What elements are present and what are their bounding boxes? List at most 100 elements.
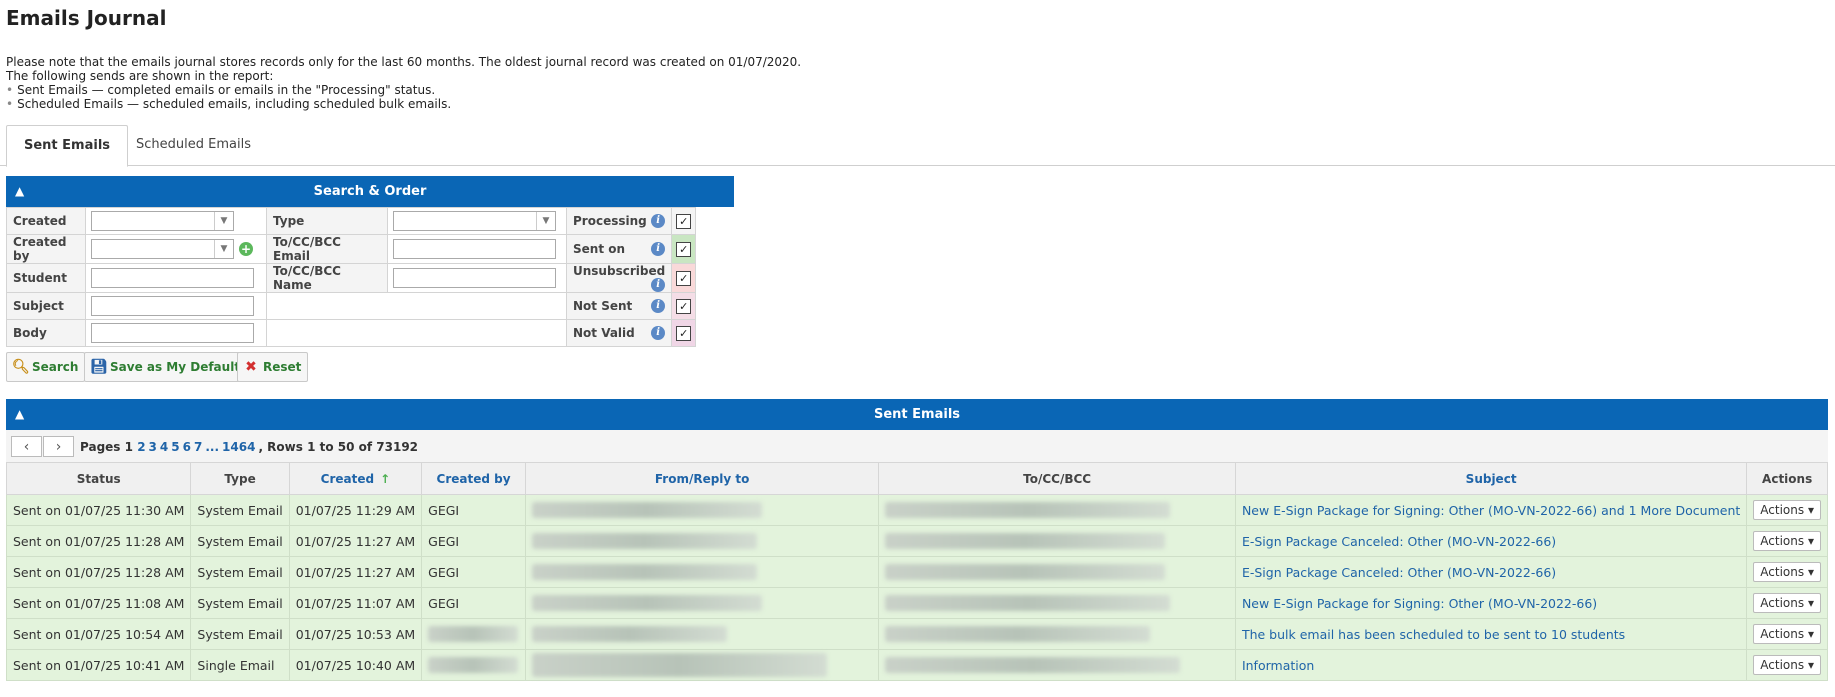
subject-cell: New E-Sign Package for Signing: Other (M… xyxy=(1234,494,1748,526)
subject-link[interactable]: The bulk email has been scheduled to be … xyxy=(1242,627,1625,642)
page-link[interactable]: 6 xyxy=(183,440,191,454)
info-icon[interactable]: i xyxy=(651,299,666,313)
col-from[interactable]: From/Reply to xyxy=(524,462,880,495)
results-panel-header[interactable]: ▲ Sent Emails xyxy=(6,399,1828,430)
subject-cell: E-Sign Package Canceled: Other (MO-VN-20… xyxy=(1234,525,1748,557)
type-select[interactable]: ▼ xyxy=(393,211,556,231)
tab-scheduled-emails[interactable]: Scheduled Emails xyxy=(119,125,268,165)
created-by-cell: GEGI xyxy=(421,587,526,619)
from-cell xyxy=(524,587,880,619)
unsubscribed-checkbox[interactable]: ✓ xyxy=(676,270,692,286)
from-cell xyxy=(524,494,880,526)
actions-dropdown[interactable]: Actions ▾ xyxy=(1753,531,1821,551)
status-cell: Sent on 01/07/25 10:54 AM xyxy=(5,618,192,650)
subject-cell: E-Sign Package Canceled: Other (MO-VN-20… xyxy=(1234,556,1748,588)
page-link[interactable]: 4 xyxy=(160,440,168,454)
actions-dropdown[interactable]: Actions ▾ xyxy=(1753,562,1821,582)
redacted-text xyxy=(885,626,1151,643)
sent-on-label: Sent on i xyxy=(565,234,673,264)
to-email-input[interactable] xyxy=(393,239,556,259)
created-by-cell xyxy=(421,649,526,681)
created-cell: 01/07/25 11:07 AM xyxy=(288,587,423,619)
info-icon[interactable]: i xyxy=(651,242,666,256)
col-subject[interactable]: Subject xyxy=(1234,462,1748,495)
subject-link[interactable]: E-Sign Package Canceled: Other (MO-VN-20… xyxy=(1242,534,1556,549)
created-select[interactable]: ▼ xyxy=(91,211,234,231)
sent-on-checkbox[interactable]: ✓ xyxy=(676,241,692,257)
empty-cell xyxy=(266,319,567,347)
actions-dropdown[interactable]: Actions ▾ xyxy=(1753,593,1821,613)
created-label: Created xyxy=(6,207,86,235)
created-cell: 01/07/25 10:40 AM xyxy=(288,649,423,681)
actions-dropdown[interactable]: Actions ▾ xyxy=(1753,655,1821,675)
page-link[interactable]: 5 xyxy=(171,440,179,454)
prev-page-icon[interactable]: ‹ xyxy=(11,436,42,457)
info-icon[interactable]: i xyxy=(651,214,666,228)
table-row[interactable]: Sent on 01/07/25 11:30 AM System Email 0… xyxy=(5,494,1828,526)
redacted-text xyxy=(428,626,519,643)
save-default-button[interactable]: 💾︎ Save as My Default xyxy=(84,352,248,382)
student-input[interactable] xyxy=(91,268,254,288)
to-cell xyxy=(878,649,1236,681)
body-label: Body xyxy=(6,319,86,347)
redacted-text xyxy=(885,502,1171,519)
next-page-icon[interactable]: › xyxy=(43,436,74,457)
page-title: Emails Journal xyxy=(6,6,167,30)
col-created-by[interactable]: Created by xyxy=(421,462,526,495)
col-type: Type xyxy=(190,462,290,495)
search-button[interactable]: 🔍︎ Search xyxy=(6,352,86,382)
to-cell xyxy=(878,494,1236,526)
from-cell xyxy=(524,556,880,588)
page-link[interactable]: 7 xyxy=(194,440,202,454)
actions-cell: Actions ▾ xyxy=(1746,587,1828,619)
search-panel-header[interactable]: ▲ Search & Order xyxy=(6,176,734,207)
table-row[interactable]: Sent on 01/07/25 11:08 AM System Email 0… xyxy=(5,587,1828,619)
actions-dropdown[interactable]: Actions ▾ xyxy=(1753,624,1821,644)
table-row[interactable]: Sent on 01/07/25 10:41 AM Single Email 0… xyxy=(5,649,1828,681)
table-row[interactable]: Sent on 01/07/25 11:28 AM System Email 0… xyxy=(5,556,1828,588)
to-cell xyxy=(878,618,1236,650)
red-x-icon: ✖ xyxy=(245,359,257,375)
created-by-select[interactable]: ▼ xyxy=(91,239,234,259)
add-plus-icon[interactable]: + xyxy=(239,242,253,256)
retention-note: Please note that the emails journal stor… xyxy=(6,55,802,69)
page-link[interactable]: 3 xyxy=(149,440,157,454)
info-icon[interactable]: i xyxy=(651,326,666,340)
sort-ascending-icon: ↑ xyxy=(380,471,391,486)
body-input[interactable] xyxy=(91,323,254,343)
subject-link[interactable]: Information xyxy=(1242,658,1314,673)
table-row[interactable]: Sent on 01/07/25 10:54 AM System Email 0… xyxy=(5,618,1828,650)
reset-button[interactable]: ✖ Reset xyxy=(237,352,309,382)
actions-dropdown[interactable]: Actions ▾ xyxy=(1753,500,1821,520)
processing-checkbox[interactable]: ✓ xyxy=(676,213,692,229)
info-icon[interactable]: i xyxy=(651,278,666,292)
redacted-text xyxy=(531,626,727,643)
not-sent-checkbox[interactable]: ✓ xyxy=(676,298,692,314)
not-sent-label: Not Sent i xyxy=(565,292,673,320)
subject-input[interactable] xyxy=(91,296,254,316)
page-link[interactable]: 2 xyxy=(137,440,145,454)
sent-on-checkbox-cell: ✓ xyxy=(671,234,697,264)
subject-link[interactable]: New E-Sign Package for Signing: Other (M… xyxy=(1242,596,1597,611)
table-row[interactable]: Sent on 01/07/25 11:28 AM System Email 0… xyxy=(5,525,1828,557)
page-link[interactable]: ... xyxy=(205,440,219,454)
pager-text: Pages 1 2 3 4 5 6 7... 1464, Rows 1 to 50 of 7… xyxy=(80,440,419,454)
emails-table: Status Type Created ↑ Created by From/Rep… xyxy=(5,462,1828,681)
not-valid-checkbox[interactable]: ✓ xyxy=(676,325,692,341)
subject-link[interactable]: New E-Sign Package for Signing: Other (M… xyxy=(1242,503,1740,518)
collapse-chevron-icon[interactable]: ▲ xyxy=(15,176,24,207)
col-created[interactable]: Created ↑ xyxy=(288,462,423,495)
type-cell: System Email xyxy=(190,587,290,619)
created-cell: 01/07/25 11:27 AM xyxy=(288,556,423,588)
to-name-input[interactable] xyxy=(393,268,556,288)
pager: ‹ › Pages 1 2 3 4 5 6 7... 1464, Rows 1 to 50 … xyxy=(6,430,1828,465)
status-cell: Sent on 01/07/25 11:08 AM xyxy=(5,587,192,619)
tab-sent-emails[interactable]: Sent Emails xyxy=(6,125,129,167)
subject-link[interactable]: E-Sign Package Canceled: Other (MO-VN-20… xyxy=(1242,565,1556,580)
not-valid-label: Not Valid i xyxy=(565,319,673,347)
actions-cell: Actions ▾ xyxy=(1746,618,1828,650)
search-form: Created ▼ Type ▼ Processing i ✓ Created b… xyxy=(6,207,697,347)
redacted-text xyxy=(531,595,762,612)
page-link[interactable]: 1464 xyxy=(222,440,255,454)
collapse-chevron-icon[interactable]: ▲ xyxy=(15,399,24,430)
